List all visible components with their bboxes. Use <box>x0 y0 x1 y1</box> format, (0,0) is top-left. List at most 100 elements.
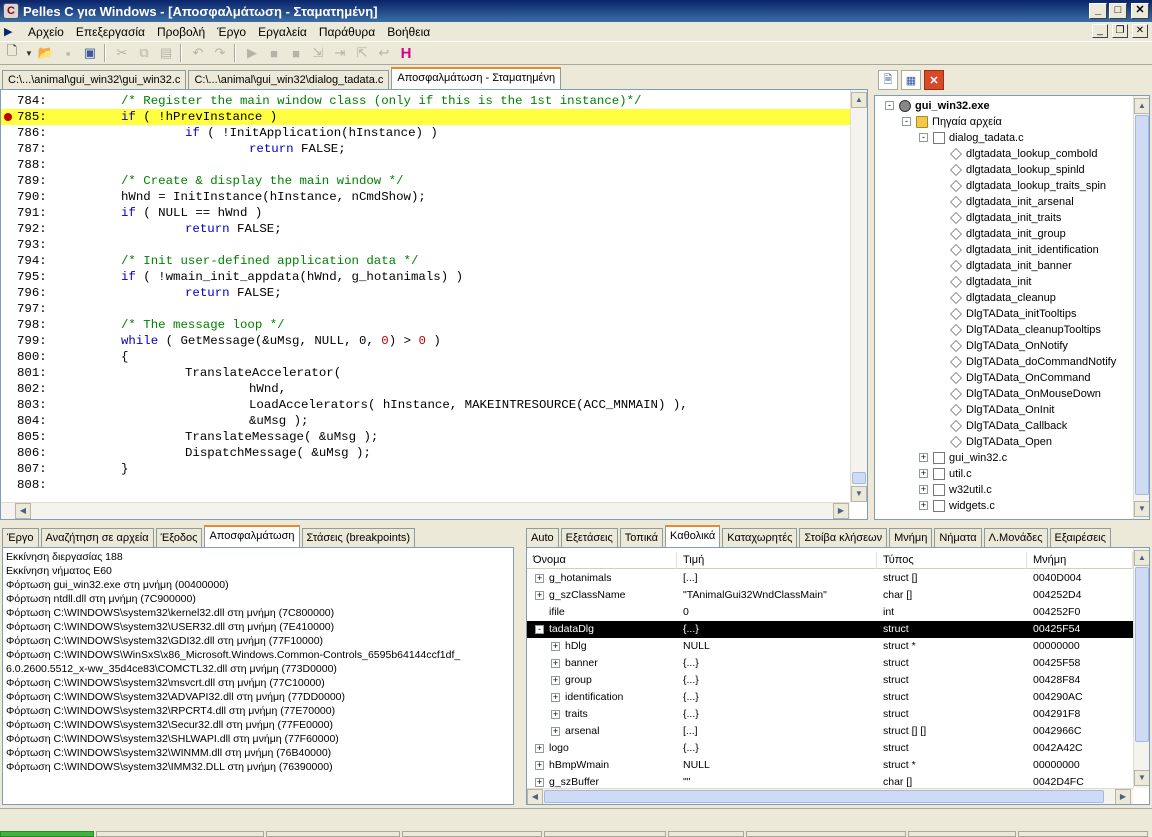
return-icon[interactable]: ↩ <box>374 43 394 63</box>
scroll-right-button[interactable]: ▶ <box>833 503 849 519</box>
mdi-close-button[interactable]: ✕ <box>1132 24 1148 38</box>
project-file-icon[interactable]: 🗎 <box>878 70 898 90</box>
column-header[interactable]: Όνομα <box>527 552 677 569</box>
tree-item[interactable]: + w32util.c <box>875 482 1131 498</box>
debug-tab[interactable]: Τοπικά <box>619 528 664 547</box>
scroll-left-button[interactable]: ◀ <box>15 503 31 519</box>
expand-icon[interactable]: + <box>551 693 560 702</box>
maximize-button[interactable]: □ <box>1109 3 1127 19</box>
code-line[interactable]: 802: hWnd, <box>1 381 850 397</box>
project-props-icon[interactable]: ▦ <box>901 70 921 90</box>
expand-icon[interactable]: + <box>551 659 560 668</box>
debug-tab[interactable]: Νήματα <box>934 528 982 547</box>
code-line[interactable]: 794: /* Init user-defined application dat… <box>1 253 850 269</box>
debug-tab[interactable]: Καθολικά <box>665 525 721 547</box>
debug-tab[interactable]: Μνήμη <box>889 528 933 547</box>
debug-tab[interactable]: Εξετάσεις <box>560 528 618 547</box>
code-line[interactable]: 806: DispatchMessage( &uMsg ); <box>1 445 850 461</box>
expand-icon[interactable]: + <box>535 591 544 600</box>
minimize-button[interactable]: _ <box>1089 3 1107 19</box>
table-row[interactable]: ifile 0 int 004252F0 <box>527 604 1133 621</box>
expand-icon[interactable]: + <box>535 574 544 583</box>
tree-item[interactable]: DlgTAData_Open <box>875 434 1131 450</box>
globals-horizontal-scrollbar[interactable]: ◀ ▶ <box>527 788 1133 804</box>
table-row[interactable]: + identification {...} struct 004290AC <box>527 689 1133 706</box>
collapse-icon[interactable]: - <box>535 625 544 634</box>
project-tree[interactable]: - gui_win32.exe - Πηγαία αρχεία - dialog_tada… <box>874 95 1150 520</box>
code-line[interactable]: 801: TranslateAccelerator( <box>1 365 850 381</box>
debug-output-pane[interactable]: Εκκίνηση διεργασίας 188 Εκκίνηση νήματος … <box>2 547 514 805</box>
expand-icon[interactable]: + <box>919 453 928 462</box>
code-line[interactable]: 797: <box>1 301 850 317</box>
expand-icon[interactable]: + <box>919 485 928 494</box>
expand-icon[interactable]: + <box>919 469 928 478</box>
scroll-up-button[interactable]: ▲ <box>1134 98 1149 114</box>
code-line[interactable]: 808: <box>1 477 850 493</box>
table-row[interactable]: + hDlg NULL struct * 00000000 <box>527 638 1133 655</box>
table-row[interactable]: + logo {...} struct 0042A42C <box>527 740 1133 757</box>
debug-tab[interactable]: Εξαιρέσεις <box>1049 528 1111 547</box>
resource-icon[interactable]: H <box>396 43 416 63</box>
tree-item[interactable]: DlgTAData_OnMouseDown <box>875 386 1131 402</box>
debug-tab[interactable]: Auto <box>526 528 559 547</box>
expand-icon[interactable]: + <box>535 778 544 787</box>
output-tab[interactable]: Στάσεις (breakpoints) <box>301 528 416 547</box>
editor-vertical-scrollbar[interactable]: ▲ ▼ <box>850 90 867 502</box>
break-icon[interactable]: ■ <box>286 43 306 63</box>
current-line[interactable]: 785: if ( !hPrevInstance ) <box>1 109 850 125</box>
tree-item[interactable]: DlgTAData_Callback <box>875 418 1131 434</box>
save-icon[interactable]: ▪ <box>58 43 78 63</box>
editor-horizontal-scrollbar[interactable]: ◀ ▶ <box>1 502 850 519</box>
menu-item[interactable]: Έργο <box>211 23 252 41</box>
editor-tab[interactable]: Αποσφαλμάτωση - Σταματημένη <box>391 67 562 89</box>
code-line[interactable]: 789: /* Create & display the main window … <box>1 173 850 189</box>
editor-tab[interactable]: C:\...\animal\gui_win32\gui_win32.c <box>2 70 187 89</box>
new-dropdown-icon[interactable]: ▼ <box>24 43 34 63</box>
scroll-up-button[interactable]: ▲ <box>851 92 867 108</box>
code-line[interactable]: 807:} <box>1 461 850 477</box>
tree-item[interactable]: DlgTAData_OnInit <box>875 402 1131 418</box>
code-line[interactable]: 805: TranslateMessage( &uMsg ); <box>1 429 850 445</box>
app-icon[interactable]: C <box>3 3 19 19</box>
mdi-child-icon[interactable]: ▶ <box>4 25 18 39</box>
code-line[interactable]: 804: &uMsg ); <box>1 413 850 429</box>
scroll-left-button[interactable]: ◀ <box>527 789 543 804</box>
globals-pane[interactable]: Όνομα Τιμή Τύπος Μνήμη + g_hotanimals [...] st… <box>526 547 1150 805</box>
globals-vertical-scrollbar[interactable]: ▲ ▼ <box>1133 548 1149 788</box>
table-row[interactable]: + g_szClassName "TAnimalGui32WndClassMain"… <box>527 587 1133 604</box>
code-line[interactable]: 792: return FALSE; <box>1 221 850 237</box>
paste-icon[interactable]: ▤ <box>156 43 176 63</box>
menu-item[interactable]: Βοήθεια <box>381 23 436 41</box>
tree-item[interactable]: - Πηγαία αρχεία <box>875 114 1131 130</box>
debug-tab[interactable]: Στοίβα κλήσεων <box>799 528 888 547</box>
tree-item[interactable]: dlgtadata_init_banner <box>875 258 1131 274</box>
scroll-down-button[interactable]: ▼ <box>1134 770 1149 786</box>
mdi-minimize-button[interactable]: _ <box>1092 24 1108 38</box>
menu-item[interactable]: Προβολή <box>151 23 211 41</box>
expand-icon[interactable]: + <box>551 676 560 685</box>
code-line[interactable]: 791: if ( NULL == hWnd ) <box>1 205 850 221</box>
tree-item[interactable]: dlgtadata_init_group <box>875 226 1131 242</box>
copy-icon[interactable]: ⧉ <box>134 43 154 63</box>
tree-item[interactable]: dlgtadata_init_arsenal <box>875 194 1131 210</box>
menu-item[interactable]: Παράθυρα <box>313 23 381 41</box>
expand-icon[interactable]: + <box>551 710 560 719</box>
mdi-restore-button[interactable]: ❐ <box>1112 24 1128 38</box>
collapse-icon[interactable]: - <box>919 133 928 142</box>
code-line[interactable]: 793: <box>1 237 850 253</box>
scroll-down-button[interactable]: ▼ <box>851 486 867 502</box>
tree-item[interactable]: DlgTAData_doCommandNotify <box>875 354 1131 370</box>
tree-item[interactable]: dlgtadata_init_identification <box>875 242 1131 258</box>
save-all-icon[interactable]: ▣ <box>80 43 100 63</box>
expand-icon[interactable]: + <box>551 642 560 651</box>
tree-item[interactable]: DlgTAData_OnCommand <box>875 370 1131 386</box>
editor-tab[interactable]: C:\...\animal\gui_win32\dialog_tadata.c <box>188 70 390 89</box>
code-line[interactable]: 795: if ( !wmain_init_appdata(hWnd, g_hot… <box>1 269 850 285</box>
scroll-down-button[interactable]: ▼ <box>1134 501 1149 517</box>
tree-item[interactable]: DlgTAData_initTooltips <box>875 306 1131 322</box>
table-row[interactable]: + traits {...} struct 004291F8 <box>527 706 1133 723</box>
table-row[interactable]: + hBmpWmain NULL struct * 00000000 <box>527 757 1133 774</box>
scroll-thumb[interactable] <box>1135 567 1149 742</box>
tree-item[interactable]: DlgTAData_cleanupTooltips <box>875 322 1131 338</box>
undo-icon[interactable]: ↶ <box>188 43 208 63</box>
